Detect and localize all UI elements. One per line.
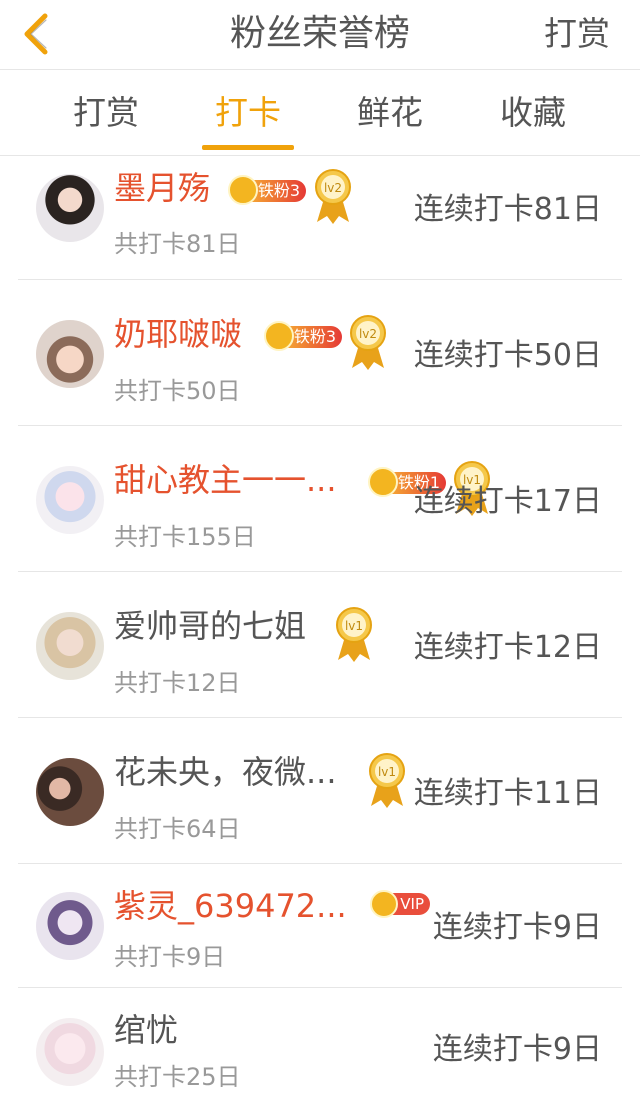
top-bar: 粉丝荣誉榜 打赏 bbox=[0, 0, 640, 70]
list-item[interactable]: 甜心教主一一... 铁粉1 lv1 连续打卡17日 共打卡155日 bbox=[0, 426, 640, 572]
avatar[interactable] bbox=[36, 1018, 104, 1086]
fan-level-badge: 铁粉3 bbox=[264, 320, 342, 351]
user-name[interactable]: 甜心教主一一... bbox=[114, 460, 337, 500]
active-tab-indicator bbox=[202, 145, 294, 150]
crown-icon bbox=[264, 321, 294, 351]
user-name[interactable]: 爱帅哥的七姐 bbox=[114, 606, 306, 646]
avatar[interactable] bbox=[36, 174, 104, 242]
avatar[interactable] bbox=[36, 758, 104, 826]
tab-label: 打卡 bbox=[215, 93, 281, 132]
medal-icon: lv2 bbox=[315, 169, 351, 224]
total-checkins: 共打卡12日 bbox=[114, 669, 241, 697]
total-checkins: 共打卡155日 bbox=[114, 523, 256, 551]
tab-checkin[interactable]: 打卡 bbox=[188, 70, 308, 156]
avatar[interactable] bbox=[36, 892, 104, 960]
list-item[interactable]: 爱帅哥的七姐 lv1 连续打卡12日 共打卡12日 bbox=[0, 572, 640, 718]
tab-flowers[interactable]: 鲜花 bbox=[330, 70, 450, 156]
tab-reward[interactable]: 打赏 bbox=[46, 70, 166, 156]
chevron-left-icon bbox=[24, 13, 48, 55]
reward-button[interactable]: 打赏 bbox=[544, 10, 610, 58]
medal-level-text: lv1 bbox=[378, 765, 396, 779]
medal-level-text: lv2 bbox=[359, 327, 377, 341]
medal-icon: lv2 bbox=[350, 315, 386, 370]
streak-days: 连续打卡9日 bbox=[432, 1032, 602, 1067]
list-item[interactable]: 奶耶啵啵 铁粉3 lv2 连续打卡50日 共打卡50日 bbox=[0, 280, 640, 426]
tab-label: 鲜花 bbox=[357, 93, 423, 132]
streak-days: 连续打卡81日 bbox=[413, 192, 602, 227]
streak-days: 连续打卡17日 bbox=[413, 484, 602, 519]
fan-level-badge: 铁粉3 bbox=[228, 174, 306, 205]
medal-icon: lv1 bbox=[336, 607, 372, 662]
vip-badge: VIP bbox=[370, 890, 430, 918]
avatar[interactable] bbox=[36, 612, 104, 680]
medal-level-text: lv1 bbox=[345, 619, 363, 633]
tab-label: 打赏 bbox=[73, 93, 139, 132]
back-button[interactable] bbox=[14, 10, 58, 58]
list-item[interactable]: 绾忧 连续打卡9日 共打卡25日 bbox=[0, 988, 640, 1101]
crown-icon bbox=[368, 467, 398, 497]
avatar[interactable] bbox=[36, 320, 104, 388]
total-checkins: 共打卡64日 bbox=[114, 815, 241, 843]
user-name[interactable]: 墨月殇 bbox=[114, 168, 210, 208]
avatar[interactable] bbox=[36, 466, 104, 534]
tab-favorites[interactable]: 收藏 bbox=[473, 70, 593, 156]
medal-level-text: lv2 bbox=[324, 181, 342, 195]
streak-days: 连续打卡12日 bbox=[413, 630, 602, 665]
total-checkins: 共打卡81日 bbox=[114, 230, 241, 258]
list-item[interactable]: 花未央，夜微... lv1 连续打卡11日 共打卡64日 bbox=[0, 718, 640, 864]
streak-days: 连续打卡50日 bbox=[413, 338, 602, 373]
total-checkins: 共打卡50日 bbox=[114, 377, 241, 405]
total-checkins: 共打卡9日 bbox=[114, 943, 226, 971]
list-item[interactable]: 墨月殇 铁粉3 lv2 连续打卡81日 共打卡81日 bbox=[0, 156, 640, 280]
user-name[interactable]: 紫灵_639472... bbox=[114, 886, 347, 926]
user-name[interactable]: 奶耶啵啵 bbox=[114, 314, 242, 354]
streak-days: 连续打卡9日 bbox=[432, 910, 602, 945]
total-checkins: 共打卡25日 bbox=[114, 1063, 241, 1091]
user-name[interactable]: 花未央，夜微... bbox=[114, 752, 337, 792]
tab-label: 收藏 bbox=[500, 93, 566, 132]
medal-icon: lv1 bbox=[369, 753, 405, 808]
crown-icon bbox=[228, 175, 258, 205]
crown-icon bbox=[370, 890, 398, 918]
list-item[interactable]: 紫灵_639472... VIP 连续打卡9日 共打卡9日 bbox=[0, 864, 640, 988]
streak-days: 连续打卡11日 bbox=[413, 776, 602, 811]
tab-bar: 打赏 打卡 鲜花 收藏 bbox=[0, 70, 640, 156]
user-name[interactable]: 绾忧 bbox=[114, 1010, 178, 1050]
